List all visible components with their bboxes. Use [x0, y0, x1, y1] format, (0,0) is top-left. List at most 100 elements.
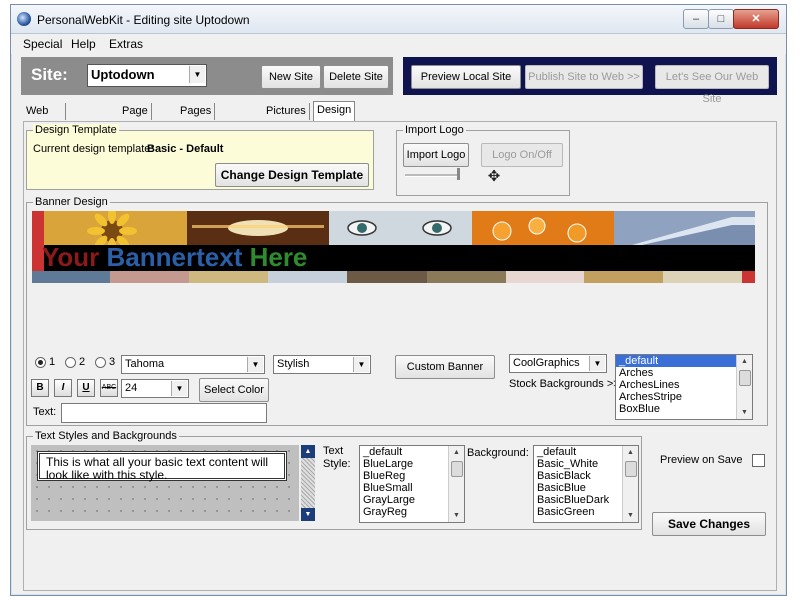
scroll-up-icon[interactable]: ▲ — [301, 445, 315, 458]
banner-text: Your Bannertext Here — [42, 243, 307, 271]
site-nav-panel: Preview Local Site Publish Site to Web >… — [403, 57, 777, 105]
preview-on-save-label: Preview on Save — [660, 454, 743, 466]
scroll-up-icon[interactable]: ▲ — [623, 446, 638, 459]
logo-toggle-button[interactable]: Logo On/Off — [481, 143, 563, 167]
logo-size-slider[interactable] — [405, 174, 459, 177]
chevron-down-icon: ▼ — [353, 357, 369, 372]
banner-color-swatch — [268, 271, 347, 283]
banner-style-select[interactable]: Stylish ▼ — [273, 355, 371, 374]
tab-pages-links[interactable]: Pages and Links — [177, 103, 216, 151]
banner-text-part-2: Bannertext — [106, 242, 250, 272]
strikethrough-button[interactable]: ABC — [100, 379, 118, 397]
text-styles-list[interactable]: _default BlueLarge BlueReg BlueSmall Gra… — [359, 445, 465, 523]
backgrounds-list[interactable]: _default Basic_White BasicBlack BasicBlu… — [533, 445, 639, 523]
chevron-down-icon: ▼ — [189, 66, 205, 83]
list-item[interactable]: ArchesLines — [616, 379, 752, 391]
scroll-up-icon[interactable]: ▲ — [449, 446, 464, 459]
banner-radio-2-label: 2 — [79, 356, 86, 368]
scroll-thumb[interactable] — [451, 461, 463, 477]
scroll-down-icon[interactable]: ▼ — [301, 508, 315, 521]
delete-site-button[interactable]: Delete Site — [323, 65, 389, 89]
scroll-down-icon[interactable]: ▼ — [737, 406, 752, 419]
change-template-button[interactable]: Change Design Template — [215, 163, 369, 187]
bold-button[interactable]: B — [31, 379, 49, 397]
design-template-title: Design Template — [33, 124, 119, 136]
list-item[interactable]: BoxBlue — [616, 403, 752, 415]
publish-site-button[interactable]: Publish Site to Web >> — [525, 65, 643, 89]
save-changes-button[interactable]: Save Changes — [652, 512, 766, 536]
banner-design-title: Banner Design — [33, 196, 110, 208]
preview-scrollbar[interactable]: ▲ ▼ — [301, 445, 315, 521]
banner-text-input[interactable] — [61, 403, 267, 423]
preview-local-site-button[interactable]: Preview Local Site — [411, 65, 521, 89]
banner-color-swatch — [741, 271, 755, 283]
banner-design-group: Banner Design Your Bannertext Here 1 2 3… — [26, 196, 768, 426]
scroll-thumb[interactable] — [625, 461, 637, 477]
site-select-value: Uptodown — [91, 67, 155, 82]
banner-radio-1[interactable] — [35, 357, 46, 368]
stock-backgrounds-label: Stock Backgrounds >> — [509, 378, 620, 390]
underline-button[interactable]: U — [77, 379, 95, 397]
background-label: Background: — [467, 447, 529, 459]
current-template-value: Basic - Default — [147, 143, 224, 155]
see-web-site-button[interactable]: Let's See Our Web Site — [655, 65, 769, 105]
banner-radio-2[interactable] — [65, 357, 76, 368]
font-size-select[interactable]: 24 ▼ — [121, 379, 189, 398]
banner-radio-3[interactable] — [95, 357, 106, 368]
new-site-button[interactable]: New Site — [261, 65, 321, 89]
banner-style-select-value: Stylish — [277, 358, 310, 370]
menu-extras[interactable]: Extras — [109, 37, 143, 51]
stock-category-select[interactable]: CoolGraphics ▼ — [509, 354, 607, 373]
text-styles-title: Text Styles and Backgrounds — [33, 430, 179, 442]
maximize-button[interactable]: □ — [708, 9, 734, 29]
chevron-down-icon: ▼ — [171, 381, 187, 396]
text-format-toolbar: B I U ABC — [31, 379, 121, 397]
text-style-preview: This is what all your basic text content… — [37, 451, 287, 482]
banner-radio-3-label: 3 — [109, 356, 116, 368]
list-item[interactable]: _default — [616, 355, 752, 367]
tab-web-publish[interactable]: Web Publish (FTP) — [23, 103, 67, 151]
close-button[interactable]: ✕ — [733, 9, 779, 29]
design-tab-panel: Design Template Current design template:… — [23, 121, 777, 591]
import-logo-title: Import Logo — [403, 124, 466, 136]
banner-color-swatch — [109, 271, 190, 283]
site-select[interactable]: Uptodown ▼ — [87, 64, 207, 87]
chevron-down-icon: ▼ — [247, 357, 263, 372]
minimize-button[interactable]: – — [683, 9, 709, 29]
scrollbar[interactable]: ▲ ▼ — [736, 355, 752, 419]
scroll-up-icon[interactable]: ▲ — [737, 355, 752, 368]
list-item[interactable]: ArchesStripe — [616, 391, 752, 403]
select-color-button[interactable]: Select Color — [199, 378, 269, 402]
custom-banner-button[interactable]: Custom Banner — [395, 355, 495, 379]
current-template-label: Current design template: — [33, 143, 154, 155]
stock-backgrounds-list[interactable]: _default Arches ArchesLines ArchesStripe… — [615, 354, 753, 420]
scroll-thumb[interactable] — [739, 370, 751, 386]
tab-pictures[interactable]: Pictures — [263, 103, 310, 120]
banner-radio-1-label: 1 — [49, 356, 56, 368]
banner-color-strip — [32, 271, 755, 283]
list-item[interactable]: Arches — [616, 367, 752, 379]
banner-preview: Your Bannertext Here — [32, 211, 755, 283]
banner-color-swatch — [346, 271, 427, 283]
font-select[interactable]: Tahoma ▼ — [121, 355, 265, 374]
logo-size-slider-thumb[interactable] — [457, 168, 460, 180]
banner-color-swatch — [32, 271, 110, 283]
move-logo-icon[interactable]: ✥ — [483, 166, 505, 188]
scroll-down-icon[interactable]: ▼ — [449, 509, 464, 522]
text-style-label: Text Style: — [323, 445, 351, 470]
banner-color-swatch — [505, 271, 585, 283]
banner-color-swatch — [189, 271, 269, 283]
tab-page-edit[interactable]: Page Edit — [119, 103, 152, 134]
italic-button[interactable]: I — [54, 379, 72, 397]
scrollbar[interactable]: ▲ ▼ — [448, 446, 464, 522]
banner-color-swatch — [584, 271, 663, 283]
tab-design[interactable]: Design — [313, 101, 356, 122]
menu-help[interactable]: Help — [71, 37, 96, 51]
import-logo-group: Import Logo Import Logo Logo On/Off ✥ — [396, 124, 570, 196]
import-logo-button[interactable]: Import Logo — [403, 143, 469, 167]
scroll-down-icon[interactable]: ▼ — [623, 509, 638, 522]
menu-bar: Special Help Extras — [11, 34, 786, 54]
preview-on-save-checkbox[interactable] — [752, 454, 765, 467]
menu-special[interactable]: Special — [23, 37, 62, 51]
scrollbar[interactable]: ▲ ▼ — [622, 446, 638, 522]
